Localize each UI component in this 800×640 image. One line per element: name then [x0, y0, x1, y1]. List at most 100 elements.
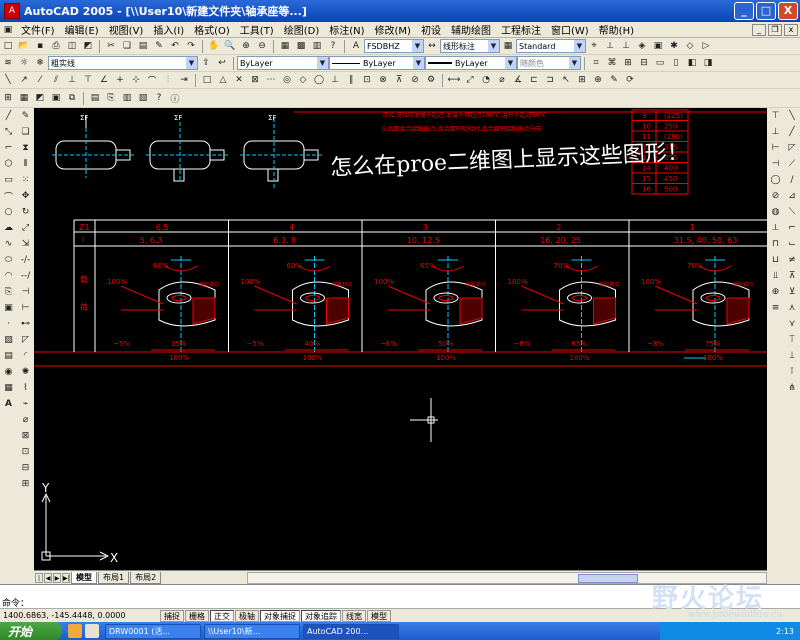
- snap-center-icon[interactable]: ◎: [280, 73, 294, 87]
- erase-icon[interactable]: ✎: [19, 109, 33, 123]
- copy-obj-icon[interactable]: ❏: [19, 125, 33, 139]
- color-select[interactable]: ByLayer ▼: [237, 56, 329, 70]
- zoom-previous-icon[interactable]: ⊖: [255, 39, 269, 53]
- rt-b5-icon[interactable]: ∕: [785, 173, 799, 187]
- doc-restore-icon[interactable]: ❐: [768, 23, 782, 36]
- tool-l-icon[interactable]: ⊟: [637, 56, 651, 70]
- quicklaunch-desktop-icon[interactable]: [85, 624, 99, 638]
- cut-icon[interactable]: ✂: [104, 39, 118, 53]
- match-prop-icon[interactable]: ✎: [152, 39, 166, 53]
- image-icon[interactable]: ▣: [49, 91, 63, 105]
- snap-app-icon[interactable]: ⊠: [248, 73, 262, 87]
- text-style-select[interactable]: FSDBHZ ▼: [364, 39, 424, 53]
- viewport-icon[interactable]: ⊞: [1, 91, 15, 105]
- ray-icon[interactable]: ↗: [17, 73, 31, 87]
- autocad-app-icon[interactable]: A: [4, 3, 20, 19]
- doc-minimize-icon[interactable]: _: [752, 23, 766, 36]
- draw-point-icon[interactable]: ·: [2, 317, 16, 331]
- tool-c-icon[interactable]: ⊥: [619, 39, 633, 53]
- fillet-icon[interactable]: ⌒: [145, 73, 159, 87]
- tool-palettes-icon[interactable]: ▥: [310, 39, 324, 53]
- first-tab-icon[interactable]: |◀: [35, 572, 43, 592]
- osnap-settings-icon[interactable]: ⚙: [424, 73, 438, 87]
- ortho-toggle[interactable]: 正交: [210, 609, 234, 622]
- block-icon[interactable]: ▤: [88, 91, 102, 105]
- new-icon[interactable]: □: [1, 39, 15, 53]
- shade-icon[interactable]: ◩: [33, 91, 47, 105]
- mirror-icon[interactable]: ⧗: [19, 141, 33, 155]
- perp-icon[interactable]: ⊥: [65, 73, 79, 87]
- rt-b13-icon[interactable]: ⋏: [785, 301, 799, 315]
- tool-g-icon[interactable]: ◇: [683, 39, 697, 53]
- tool-o-icon[interactable]: ◧: [685, 56, 699, 70]
- draw-circle-icon[interactable]: ○: [2, 205, 16, 219]
- rt-a13-icon[interactable]: ≡: [769, 301, 783, 315]
- close-button[interactable]: X: [778, 2, 798, 20]
- cross-icon[interactable]: +: [113, 73, 127, 87]
- freeze-icon[interactable]: ❄: [33, 56, 47, 70]
- table-style-select[interactable]: Standard ▼: [516, 39, 586, 53]
- properties-icon[interactable]: ▦: [278, 39, 292, 53]
- menu-dimension[interactable]: 标注(N): [324, 22, 369, 37]
- array-icon[interactable]: ⁙: [19, 173, 33, 187]
- angle-icon[interactable]: ∠: [97, 73, 111, 87]
- extend2-icon[interactable]: --/: [19, 269, 33, 283]
- rt-b9-icon[interactable]: ⌙: [785, 237, 799, 251]
- draw-mtext-icon[interactable]: A: [2, 397, 16, 411]
- prev-tab-icon[interactable]: ◀: [44, 572, 52, 583]
- rt-a3-icon[interactable]: ⊢: [769, 141, 783, 155]
- draw-arc-icon[interactable]: ⌒: [2, 189, 16, 203]
- menu-window[interactable]: 窗口(W): [546, 22, 594, 37]
- polar-toggle[interactable]: 极轴: [235, 609, 259, 622]
- snap-int-icon[interactable]: ✕: [232, 73, 246, 87]
- dim-style-icon[interactable]: ↔: [425, 39, 439, 53]
- tolerance-icon[interactable]: ⊞: [575, 73, 589, 87]
- tab-layout1[interactable]: 布局1: [98, 571, 130, 584]
- rt-a12-icon[interactable]: ⊕: [769, 285, 783, 299]
- start-button[interactable]: 开始: [0, 622, 62, 640]
- rt-a7-icon[interactable]: ◍: [769, 205, 783, 219]
- zoom-realtime-icon[interactable]: 🔍: [223, 39, 237, 53]
- tool-m-icon[interactable]: ▭: [653, 56, 667, 70]
- xline-icon[interactable]: ⁄: [33, 73, 47, 87]
- extend-icon[interactable]: ⇥: [177, 73, 191, 87]
- paste-icon[interactable]: ▤: [136, 39, 150, 53]
- menu-edit[interactable]: 编辑(E): [60, 22, 104, 37]
- doc-close-icon[interactable]: x: [784, 23, 798, 36]
- tool-v-icon[interactable]: ⊟: [19, 461, 33, 475]
- draw-spline-icon[interactable]: ∿: [2, 237, 16, 251]
- draw-gradient-icon[interactable]: ▤: [2, 349, 16, 363]
- lineweight-toggle[interactable]: 线宽: [342, 609, 366, 622]
- menu-file[interactable]: 文件(F): [16, 22, 60, 37]
- grid-toggle[interactable]: 栅格: [185, 609, 209, 622]
- task-explorer[interactable]: \\User10\新...: [204, 623, 300, 639]
- snap-endpoint-icon[interactable]: □: [200, 73, 214, 87]
- design-center-icon[interactable]: ▩: [294, 39, 308, 53]
- rt-b2-icon[interactable]: ╱: [785, 125, 799, 139]
- layer-manager-icon[interactable]: ≋: [1, 56, 15, 70]
- move-icon[interactable]: ✥: [19, 189, 33, 203]
- pan-icon[interactable]: ✋: [207, 39, 221, 53]
- minimize-button[interactable]: _: [734, 2, 754, 20]
- rt-b7-icon[interactable]: ⟍: [785, 205, 799, 219]
- copy-icon[interactable]: ❏: [120, 39, 134, 53]
- dim-style-select[interactable]: 线形标注 ▼: [440, 39, 500, 53]
- draw-rectangle-icon[interactable]: ▭: [2, 173, 16, 187]
- rt-b17-icon[interactable]: ⊺: [785, 365, 799, 379]
- info-icon[interactable]: ⓘ: [168, 91, 182, 105]
- leader-icon[interactable]: ↖: [559, 73, 573, 87]
- tab-layout2[interactable]: 布局2: [130, 571, 162, 584]
- tool-e-icon[interactable]: ▣: [651, 39, 665, 53]
- rt-b4-icon[interactable]: ⟋: [785, 157, 799, 171]
- tool-b-icon[interactable]: ⟂: [603, 39, 617, 53]
- tool-u-icon[interactable]: ⊡: [19, 445, 33, 459]
- rt-a5-icon[interactable]: ◯: [769, 173, 783, 187]
- rt-a9-icon[interactable]: ⊓: [769, 237, 783, 251]
- rt-a6-icon[interactable]: ⊘: [769, 189, 783, 203]
- tool-d-icon[interactable]: ◈: [635, 39, 649, 53]
- menu-aux-draw[interactable]: 辅助绘图: [446, 22, 496, 37]
- redo-icon[interactable]: ↷: [184, 39, 198, 53]
- draw-polygon-icon[interactable]: ⬡: [2, 157, 16, 171]
- quicklaunch-ie-icon[interactable]: [68, 624, 82, 638]
- dim-edit-icon[interactable]: ✎: [607, 73, 621, 87]
